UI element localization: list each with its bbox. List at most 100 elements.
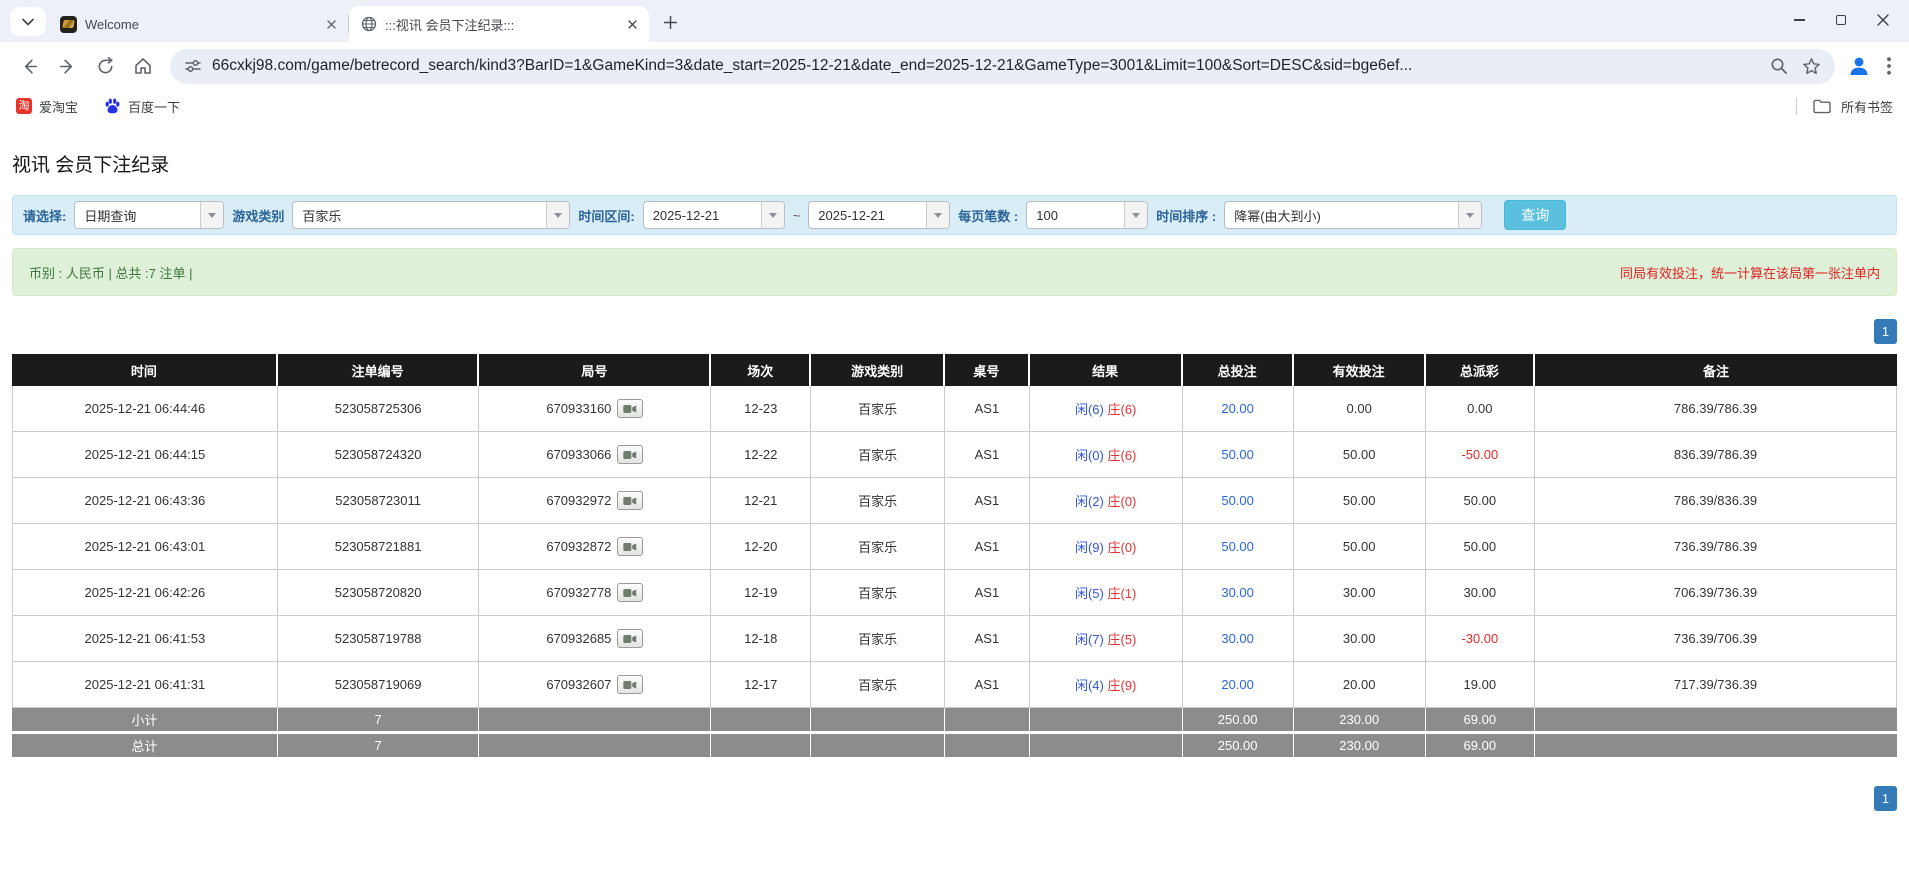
payout-cell: 69.00	[1426, 734, 1535, 760]
note-cell: 736.39/706.39	[1535, 616, 1897, 662]
note-text: 同局有效投注，统一计算在该局第一张注单内	[1620, 263, 1880, 282]
result-banker: 庄(0)	[1107, 540, 1136, 555]
game-type-value: 百家乐	[293, 202, 546, 228]
page-1-button[interactable]: 1	[1874, 319, 1897, 344]
all-bookmarks[interactable]: 所有书签	[1796, 97, 1893, 116]
address-bar[interactable]: 66cxkj98.com/game/betrecord_search/kind3…	[170, 49, 1835, 84]
total-bet-cell[interactable]: 50.00	[1183, 524, 1294, 570]
reload-button[interactable]	[86, 47, 124, 85]
round-id: 670932872	[546, 539, 611, 554]
note-cell: 717.39/736.39	[1535, 662, 1897, 708]
result-cell: 闲(2) 庄(0)	[1030, 478, 1183, 524]
valid-bet-cell: 50.00	[1294, 432, 1426, 478]
search-button[interactable]: 查询	[1504, 200, 1566, 230]
profile-avatar[interactable]	[1847, 54, 1871, 78]
home-button[interactable]	[124, 47, 162, 85]
minimize-button[interactable]	[1783, 5, 1815, 35]
dropdown-arrow-icon[interactable]	[200, 202, 223, 228]
column-header: 时间	[12, 354, 278, 386]
column-header: 备注	[1535, 354, 1897, 386]
note-cell	[1535, 734, 1897, 760]
table-cell: AS1	[945, 616, 1030, 662]
maximize-button[interactable]	[1825, 5, 1857, 35]
bookmarks-bar: 淘 爱淘宝 百度一下 所有书签	[0, 90, 1909, 122]
result-cell	[1030, 708, 1183, 734]
close-button[interactable]	[1867, 5, 1899, 35]
query-type-select[interactable]: 日期查询	[74, 201, 224, 229]
tab-close-icon[interactable]	[623, 15, 641, 33]
bet-id-cell: 523058724320	[278, 432, 480, 478]
tab-betrecord[interactable]: :::视讯 会员下注纪录:::	[349, 6, 649, 42]
page-1-button[interactable]: 1	[1874, 786, 1897, 811]
video-replay-icon[interactable]	[617, 537, 643, 556]
zoom-icon[interactable]	[1770, 57, 1788, 75]
dropdown-arrow-icon[interactable]	[1124, 202, 1147, 228]
round-cell: 670933066	[479, 432, 711, 478]
forward-button[interactable]	[48, 47, 86, 85]
footer-label: 小计	[12, 708, 278, 734]
result-cell: 闲(7) 庄(5)	[1030, 616, 1183, 662]
column-header: 场次	[711, 354, 811, 386]
payout-cell: -30.00	[1426, 616, 1535, 662]
url-text[interactable]: 66cxkj98.com/game/betrecord_search/kind3…	[212, 57, 1760, 75]
result-banker: 庄(9)	[1107, 678, 1136, 693]
dropdown-arrow-icon[interactable]	[1458, 202, 1481, 228]
game-type-cell: 百家乐	[811, 386, 945, 432]
video-replay-icon[interactable]	[617, 399, 643, 418]
bookmark-star-icon[interactable]	[1802, 57, 1821, 76]
toolbar-right	[1843, 54, 1899, 78]
time-cell: 2025-12-21 06:44:46	[12, 386, 278, 432]
dropdown-arrow-icon[interactable]	[761, 202, 784, 228]
date-end-select[interactable]: 2025-12-21	[808, 201, 950, 229]
round-id: 670933066	[546, 447, 611, 462]
session-cell: 12-20	[711, 524, 811, 570]
time-cell: 2025-12-21 06:41:31	[12, 662, 278, 708]
round-cell: 670932972	[479, 478, 711, 524]
video-replay-icon[interactable]	[617, 675, 643, 694]
bookmark-baidu[interactable]: 百度一下	[104, 97, 180, 116]
result-banker: 庄(1)	[1107, 586, 1136, 601]
payout-cell: 50.00	[1426, 478, 1535, 524]
video-replay-icon[interactable]	[617, 445, 643, 464]
total-bet-cell[interactable]: 50.00	[1183, 478, 1294, 524]
tab-search-button[interactable]	[10, 7, 46, 36]
back-button[interactable]	[10, 47, 48, 85]
bookmark-aitaobao[interactable]: 淘 爱淘宝	[16, 97, 78, 116]
payout-cell: 50.00	[1426, 524, 1535, 570]
dropdown-arrow-icon[interactable]	[926, 202, 949, 228]
valid-bet-cell: 20.00	[1294, 662, 1426, 708]
footer-label: 总计	[12, 734, 278, 760]
total-bet-cell[interactable]: 20.00	[1183, 662, 1294, 708]
subtotal-row: 小计7250.00230.0069.00	[12, 708, 1897, 734]
page-size-select[interactable]: 100	[1026, 201, 1148, 229]
result-cell: 闲(9) 庄(0)	[1030, 524, 1183, 570]
tab-close-icon[interactable]	[322, 15, 340, 33]
total-bet-cell[interactable]: 30.00	[1183, 616, 1294, 662]
column-header: 注单编号	[278, 354, 480, 386]
site-settings-icon	[184, 57, 202, 75]
total-bet-cell[interactable]: 30.00	[1183, 570, 1294, 616]
menu-dots-icon[interactable]	[1887, 57, 1891, 75]
dropdown-arrow-icon[interactable]	[546, 202, 569, 228]
baidu-paw-icon	[104, 98, 121, 114]
payout-cell: 19.00	[1426, 662, 1535, 708]
game-type-select[interactable]: 百家乐	[292, 201, 570, 229]
column-header: 游戏类别	[811, 354, 945, 386]
video-replay-icon[interactable]	[617, 491, 643, 510]
video-replay-icon[interactable]	[617, 583, 643, 602]
result-cell: 闲(5) 庄(1)	[1030, 570, 1183, 616]
session-cell: 12-21	[711, 478, 811, 524]
page-size-label: 每页笔数 :	[958, 206, 1018, 225]
bookmark-label: 爱淘宝	[39, 97, 78, 116]
session-cell: 12-18	[711, 616, 811, 662]
total-bet-cell[interactable]: 50.00	[1183, 432, 1294, 478]
total-bet-cell[interactable]: 20.00	[1183, 386, 1294, 432]
date-start-select[interactable]: 2025-12-21	[643, 201, 785, 229]
page-content: 视讯 会员下注纪录 请选择: 日期查询 游戏类别 百家乐 时间区间: 2025-…	[0, 122, 1909, 893]
tab-welcome[interactable]: Welcome	[48, 6, 348, 42]
sort-select[interactable]: 降幂(由大到小)	[1224, 201, 1482, 229]
date-end-value: 2025-12-21	[809, 202, 926, 228]
bet-id-cell: 523058723011	[278, 478, 480, 524]
video-replay-icon[interactable]	[617, 629, 643, 648]
new-tab-button[interactable]	[655, 7, 685, 37]
